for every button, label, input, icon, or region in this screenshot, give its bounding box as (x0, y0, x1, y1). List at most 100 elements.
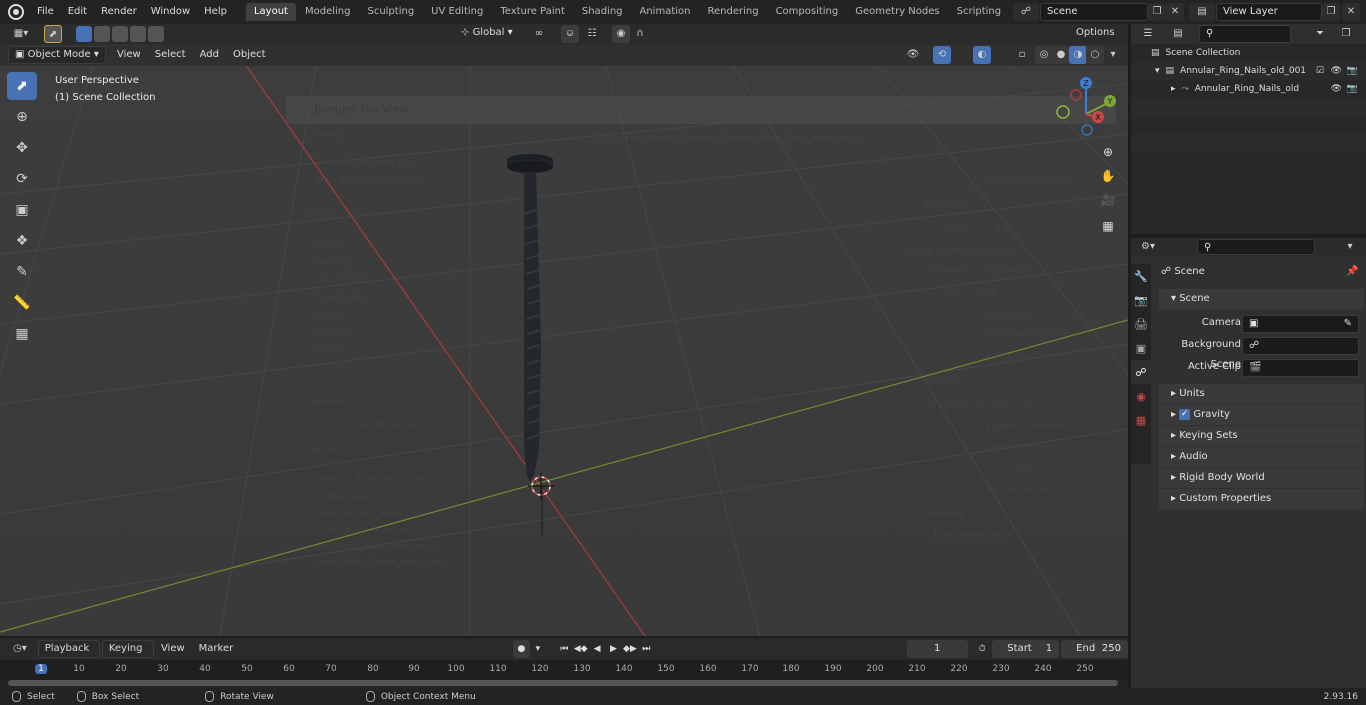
tab-geometry-nodes[interactable]: Geometry Nodes (847, 3, 947, 21)
timer-icon[interactable]: ⏱ (974, 640, 990, 658)
view-layer-tab-icon[interactable]: ▣ (1131, 336, 1151, 360)
tab-modeling[interactable]: Modeling (297, 3, 359, 21)
current-frame-marker[interactable]: 1 (35, 664, 47, 674)
current-frame-field[interactable]: 1 (906, 640, 968, 658)
menu-file[interactable]: File (30, 0, 61, 24)
select-mode-intersect-icon[interactable] (148, 26, 164, 42)
scene-name-field[interactable]: Scene (1040, 3, 1148, 21)
tab-shading[interactable]: Shading (574, 3, 631, 21)
tab-animation[interactable]: Animation (632, 3, 699, 21)
custom-properties-panel-header[interactable]: ▸ Custom Properties (1159, 489, 1364, 509)
jump-start-icon[interactable]: ⏮ (556, 640, 572, 658)
properties-search-input[interactable]: ⚲ (1197, 239, 1315, 255)
play-icon[interactable]: ▶ (605, 640, 621, 658)
prev-keyframe-icon[interactable]: ◀◆ (572, 640, 588, 658)
measure-tool-icon[interactable]: 📏 (7, 289, 37, 317)
tab-texture-paint[interactable]: Texture Paint (492, 3, 573, 21)
menu-view[interactable]: View (110, 44, 148, 66)
solid-shading-icon[interactable]: ● (1052, 46, 1070, 64)
move-tool-icon[interactable]: ✥ (7, 134, 37, 162)
menu-marker[interactable]: Marker (192, 637, 241, 661)
scale-tool-icon[interactable]: ▣ (7, 196, 37, 224)
view-layer-field[interactable]: View Layer (1216, 3, 1322, 21)
active-clip-field[interactable]: 🎬 (1242, 359, 1359, 377)
texture-tab-icon[interactable]: ▦ (1131, 408, 1151, 432)
proportional-edit-icon[interactable]: ◉ (612, 25, 630, 43)
units-panel-header[interactable]: ▸ Units (1159, 384, 1364, 404)
wireframe-shading-icon[interactable]: ◎ (1035, 46, 1053, 64)
scene-panel-header[interactable]: ▾ Scene (1159, 289, 1364, 309)
material-shading-icon[interactable]: ◑ (1069, 46, 1087, 64)
cursor-tool-icon[interactable]: ⊕ (7, 103, 37, 131)
keying-sets-panel-header[interactable]: ▸ Keying Sets (1159, 426, 1364, 446)
outliner-search-input[interactable]: ⚲ (1199, 25, 1291, 43)
tab-sculpting[interactable]: Sculpting (359, 3, 422, 21)
new-collection-icon[interactable]: ❐ (1337, 25, 1355, 43)
select-tool-icon[interactable]: ⬈ (44, 25, 62, 43)
blender-logo-icon[interactable] (8, 4, 24, 20)
select-box-tool-icon[interactable]: ⬈ (7, 72, 37, 100)
record-options-icon[interactable]: ▾ (530, 640, 546, 658)
camera-field[interactable]: ▣ ✎ (1242, 315, 1359, 333)
end-frame-field[interactable]: End 250 (1061, 640, 1129, 658)
timeline-editor-icon[interactable]: ◷▾ (8, 640, 32, 658)
scene-tab-icon[interactable]: ☍ (1131, 360, 1151, 384)
pan-hand-icon[interactable]: ✋ (1098, 166, 1118, 186)
gizmo-toggle-icon[interactable]: ⟲ (933, 46, 951, 64)
pin-icon[interactable]: 📌 (1346, 266, 1358, 277)
snap-toggle-icon[interactable]: ⎉ (561, 25, 579, 43)
overlays-toggle-icon[interactable]: ◐ (973, 46, 991, 64)
chevron-down-icon[interactable]: ▾ (1155, 62, 1160, 80)
eyedropper-icon[interactable]: ✎ (1344, 316, 1352, 332)
tool-tab-icon[interactable]: 🔧 (1131, 264, 1151, 288)
mode-dropdown[interactable]: ▣ Object Mode ▾ (8, 46, 106, 64)
visibility-icon[interactable]: 👁 (904, 46, 922, 64)
menu-select[interactable]: Select (148, 44, 193, 66)
tab-layout[interactable]: Layout (245, 3, 296, 21)
background-scene-field[interactable]: ☍ (1242, 337, 1359, 355)
outliner-row-collection[interactable]: ▾ ▤ Annular_Ring_Nails_old_001 ☑ 👁 📷 (1131, 62, 1366, 80)
chevron-right-icon[interactable]: ▸ (1171, 80, 1176, 98)
eye-icon[interactable]: 👁 (1331, 62, 1342, 80)
pivot-point-icon[interactable]: ∞ (530, 25, 548, 43)
start-frame-field[interactable]: Start 1 (992, 640, 1060, 658)
frame-ruler[interactable]: 1 10 20 30 40 50 60 70 80 90 100 110 120… (0, 660, 1128, 680)
view-layer-browse-icon[interactable]: ▤ (1189, 3, 1215, 21)
navigation-gizmo[interactable]: Z Y X (1048, 74, 1128, 144)
tab-scripting[interactable]: Scripting (949, 3, 1009, 21)
gravity-panel-header[interactable]: ▸ ✓ Gravity (1159, 405, 1364, 425)
tab-uv-editing[interactable]: UV Editing (423, 3, 491, 21)
audio-panel-header[interactable]: ▸ Audio (1159, 447, 1364, 467)
outliner-editor-icon[interactable]: ☰ (1135, 25, 1161, 43)
options-dropdown[interactable]: Options ▾ (1070, 25, 1124, 54)
record-icon[interactable]: ● (513, 640, 530, 658)
add-cube-tool-icon[interactable]: ▦ (7, 320, 37, 348)
keying-dropdown[interactable]: Keying ▾ (101, 640, 154, 670)
menu-object[interactable]: Object (226, 44, 273, 66)
zoom-icon[interactable]: ⊕ (1098, 142, 1118, 162)
rendered-shading-icon[interactable]: ○ (1086, 46, 1104, 64)
properties-options-icon[interactable]: ▾ (1341, 238, 1359, 256)
playback-dropdown[interactable]: Playback ▾ (37, 640, 100, 670)
outliner-row-scene-collection[interactable]: ▤ Scene Collection (1131, 44, 1366, 62)
editor-type-icon[interactable]: ▦▾ (8, 25, 34, 43)
select-mode-invert-icon[interactable] (130, 26, 146, 42)
timeline-scrollbar[interactable] (8, 680, 1118, 686)
annotate-tool-icon[interactable]: ✎ (7, 258, 37, 286)
menu-window[interactable]: Window (144, 0, 197, 24)
delete-scene-icon[interactable]: ✕ (1166, 3, 1184, 21)
rigid-body-world-panel-header[interactable]: ▸ Rigid Body World (1159, 468, 1364, 488)
properties-editor-icon[interactable]: ⚙▾ (1135, 238, 1161, 256)
ortho-grid-icon[interactable]: ▦ (1098, 216, 1118, 236)
transform-orientation-dropdown[interactable]: ⊹ Global ▾ (455, 25, 525, 43)
new-scene-icon[interactable]: ❐ (1148, 3, 1166, 21)
render-tab-icon[interactable]: 📷 (1131, 288, 1151, 312)
menu-edit[interactable]: Edit (61, 0, 94, 24)
rotate-tool-icon[interactable]: ⟳ (7, 165, 37, 193)
area-divider[interactable] (1128, 638, 1131, 688)
play-reverse-icon[interactable]: ◀ (589, 640, 605, 658)
select-mode-new-icon[interactable] (76, 26, 92, 42)
filter-icon[interactable]: ⏷ (1307, 25, 1333, 43)
3d-viewport[interactable]: Blender File View C:\Users\Sergey\Deskto… (0, 44, 1128, 636)
tab-rendering[interactable]: Rendering (699, 3, 766, 21)
